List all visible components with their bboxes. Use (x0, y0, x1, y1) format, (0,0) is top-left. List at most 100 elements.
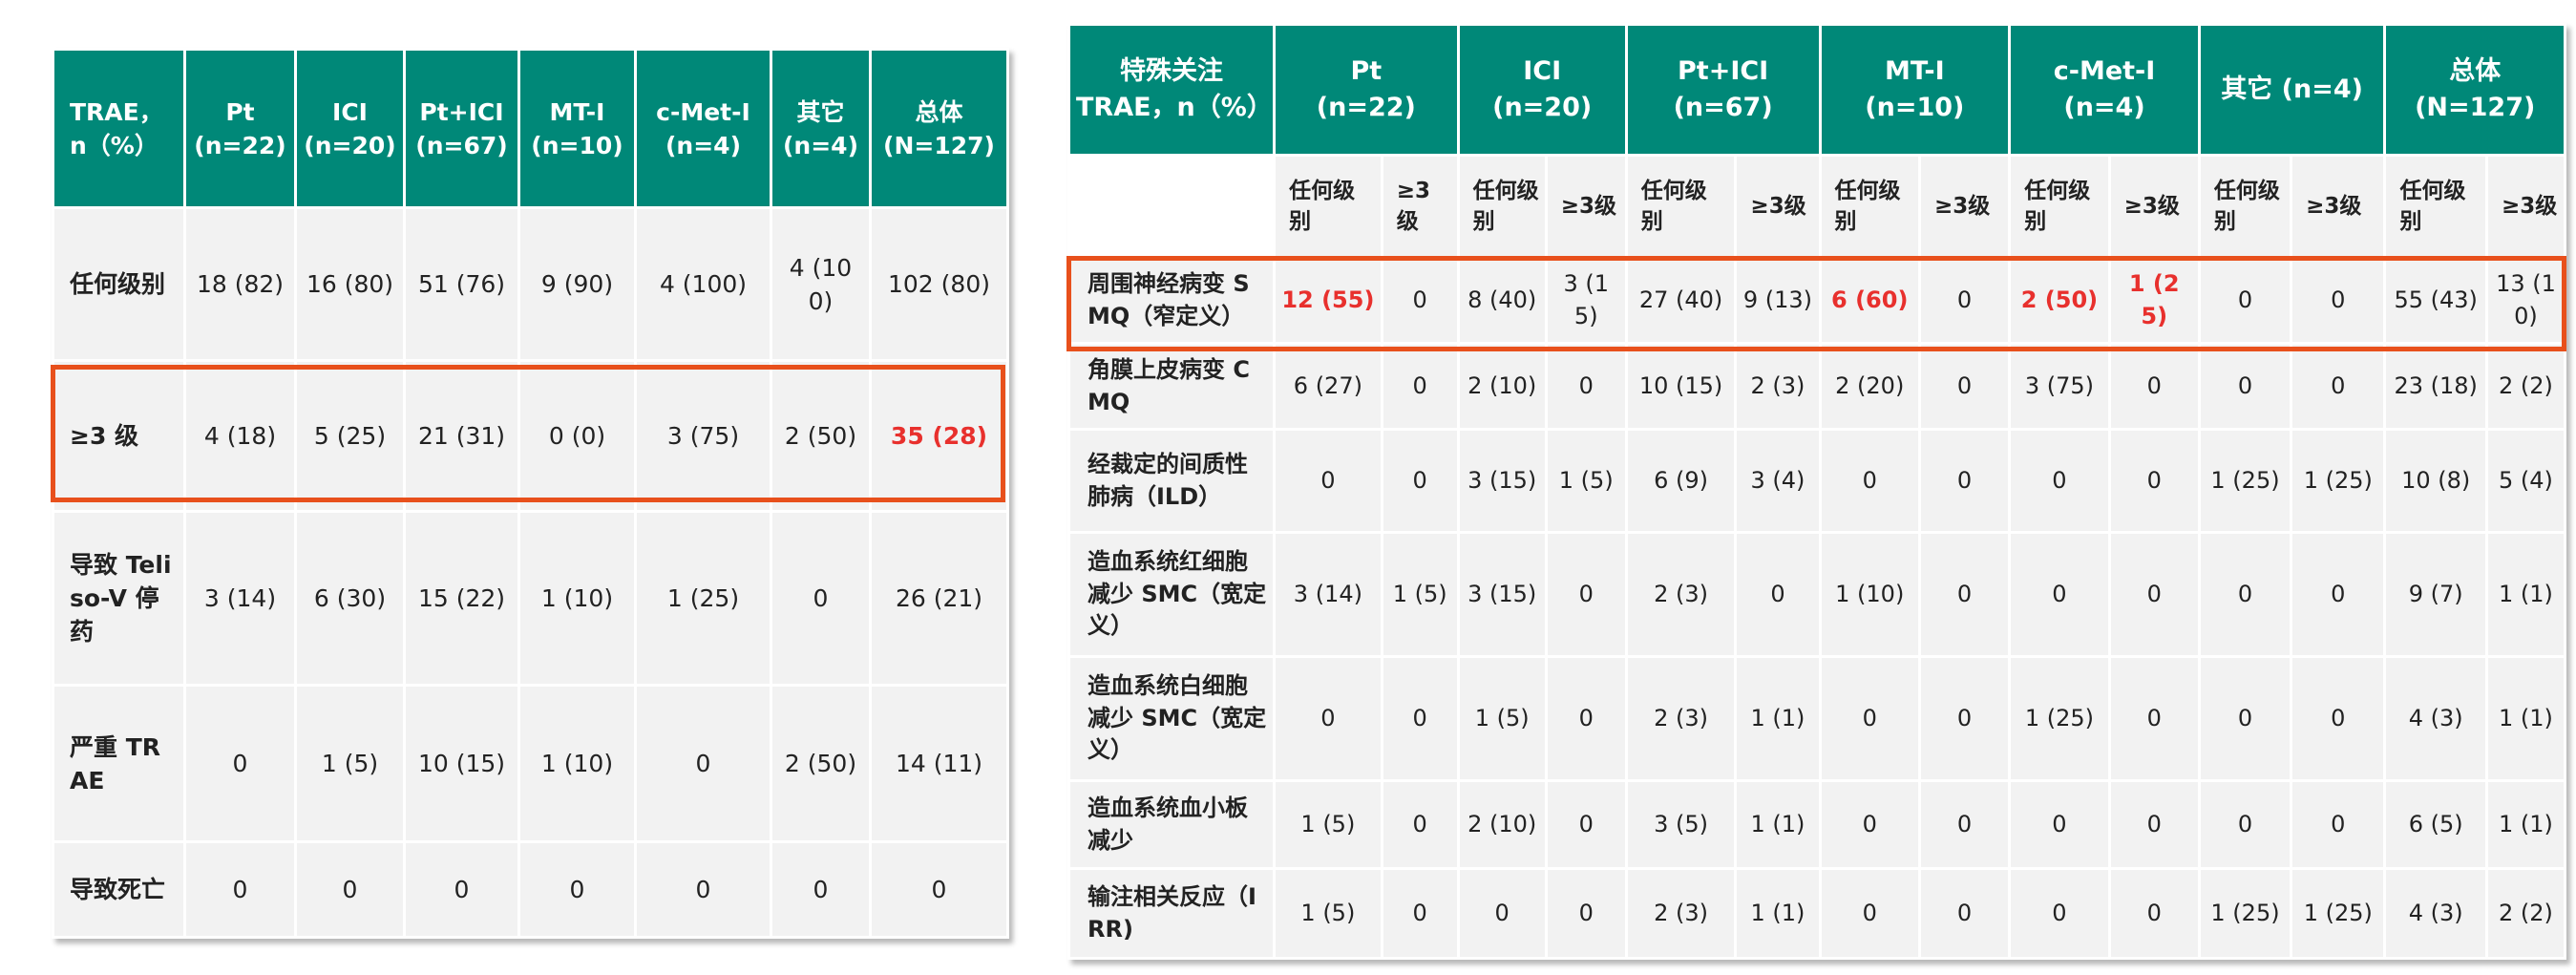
subheader-grade3: ≥3级 (1380, 154, 1460, 259)
subheader-any-grade: 任何级别 (2197, 154, 2293, 259)
table-cell: 9 (13) (1734, 256, 1822, 345)
table-cell: 0 (1380, 428, 1460, 534)
header-cell-c-met-i: c-Met-I (n=4) (634, 48, 772, 209)
highlighted-cell: 2 (50) (2008, 256, 2111, 345)
table-cell: 0 (1917, 342, 2012, 431)
table-cell: 1 (25) (2290, 428, 2387, 534)
row-label: 造血系统红细胞减少 SMC（宽定义） (1066, 531, 1277, 658)
table-cell: 0 (1544, 655, 1628, 782)
table-cell: 0 (2107, 779, 2201, 870)
table-cell: 0 (183, 840, 297, 939)
table-cell: 14 (11) (869, 684, 1009, 843)
table-cell: 0 (1818, 867, 1921, 960)
table-cell: 55 (43) (2383, 256, 2488, 345)
row-label: ≥3 级 (52, 359, 186, 513)
table-cell: 0 (1380, 342, 1460, 431)
table-cell: 2 (10) (1456, 342, 1548, 431)
table-cell: 4 (100) (770, 206, 872, 362)
table-cell: 1 (5) (1273, 779, 1383, 870)
table-row: ≥3 级 4 (18) 5 (25) 21 (31) 0 (0) 3 (75) … (52, 359, 1009, 513)
table-cell: 2 (50) (770, 684, 872, 843)
header-cell-trae: 特殊关注 TRAE，n（%） (1066, 23, 1277, 157)
table-cell: 0 (2107, 342, 2201, 431)
table-cell: 2 (2) (2484, 342, 2567, 431)
table-cell: 18 (82) (183, 206, 297, 362)
table-cell: 51 (76) (403, 206, 520, 362)
header-row: TRAE，n（%） Pt (n=22) ICI (n=20) Pt+ICI (n… (52, 48, 1009, 209)
table-cell: 13 (10) (2484, 256, 2567, 345)
highlighted-cell: 1 (25) (2107, 256, 2201, 345)
table-row: 造血系统红细胞减少 SMC（宽定义） 3 (14) 1 (5) 3 (15) 0… (1066, 531, 2567, 658)
subheader-grade3: ≥3级 (2484, 154, 2567, 259)
table-cell: 0 (2290, 256, 2387, 345)
table-cell: 0 (2107, 867, 2201, 960)
table-cell: 0 (1818, 428, 1921, 534)
table-cell: 0 (2290, 779, 2387, 870)
table-cell: 0 (2008, 779, 2111, 870)
table-row: 经裁定的间质性肺病（ILD） 0 0 3 (15) 1 (5) 6 (9) 3 … (1066, 428, 2567, 534)
table-cell: 1 (5) (1380, 531, 1460, 658)
header-cell-ici: ICI (n=20) (1456, 23, 1628, 157)
table-cell: 0 (634, 684, 772, 843)
table-row: 输注相关反应（IRR) 1 (5) 0 0 0 2 (3) 1 (1) 0 0 … (1066, 867, 2567, 960)
table-cell: 6 (27) (1273, 342, 1383, 431)
subheader-any-grade: 任何级别 (1273, 154, 1383, 259)
row-label: 造血系统血小板减少 (1066, 779, 1277, 870)
header-cell-other: 其它 (n=4) (2197, 23, 2387, 157)
header-cell-total: 总体 (N=127) (869, 48, 1009, 209)
table-cell: 2 (3) (1624, 655, 1738, 782)
table-cell: 3 (15) (1456, 428, 1548, 534)
table-cell: 15 (22) (403, 510, 520, 687)
table-cell: 10 (15) (403, 684, 520, 843)
header-cell-trae: TRAE，n（%） (52, 48, 186, 209)
table-cell: 27 (40) (1624, 256, 1738, 345)
table-cell: 0 (2197, 655, 2293, 782)
header-cell-pt-ici: Pt+ICI (n=67) (1624, 23, 1822, 157)
table-cell: 1 (10) (517, 510, 637, 687)
table-cell: 0 (2197, 256, 2293, 345)
table-row: 导致死亡 0 0 0 0 0 0 0 (52, 840, 1009, 939)
table-cell: 3 (15) (1544, 256, 1628, 345)
table-cell: 4 (3) (2383, 867, 2488, 960)
table-cell: 0 (634, 840, 772, 939)
table-cell: 1 (1) (2484, 655, 2567, 782)
table-cell: 23 (18) (2383, 342, 2488, 431)
header-cell-other: 其它 (n=4) (770, 48, 872, 209)
table-cell: 1 (1) (1734, 655, 1822, 782)
table-cell: 102 (80) (869, 206, 1009, 362)
highlighted-cell: 12 (55) (1273, 256, 1383, 345)
table-cell: 0 (403, 840, 520, 939)
row-label: 造血系统白细胞减少 SMC（宽定义） (1066, 655, 1277, 782)
table-cell: 3 (75) (2008, 342, 2111, 431)
header-cell-c-met-i: c-Met-I (n=4) (2008, 23, 2201, 157)
subheader-grade3: ≥3级 (1917, 154, 2012, 259)
table-cell: 4 (100) (634, 206, 772, 362)
table-cell: 0 (869, 840, 1009, 939)
table-cell: 0 (1917, 655, 2012, 782)
table-cell: 0 (1734, 531, 1822, 658)
table-cell: 0 (2107, 655, 2201, 782)
table-cell: 1 (1) (1734, 867, 1822, 960)
table-cell: 3 (14) (1273, 531, 1383, 658)
subheader-any-grade: 任何级别 (1624, 154, 1738, 259)
table-cell: 5 (25) (294, 359, 406, 513)
table-cell: 0 (770, 840, 872, 939)
table-cell: 8 (40) (1456, 256, 1548, 345)
table-cell: 0 (1917, 256, 2012, 345)
table-cell: 0 (2197, 779, 2293, 870)
table-cell: 0 (1917, 531, 2012, 658)
table-cell: 0 (1544, 342, 1628, 431)
table-cell: 0 (2008, 428, 2111, 534)
table-cell: 0 (294, 840, 406, 939)
header-cell-total: 总体 (N=127) (2383, 23, 2566, 157)
table-cell: 1 (10) (1818, 531, 1921, 658)
table-row: 造血系统白细胞减少 SMC（宽定义） 0 0 1 (5) 0 2 (3) 1 (… (1066, 655, 2567, 782)
subheader-grade3: ≥3级 (2290, 154, 2387, 259)
table-cell: 21 (31) (403, 359, 520, 513)
table-cell: 0 (2008, 867, 2111, 960)
table-cell: 5 (4) (2484, 428, 2567, 534)
table-cell: 9 (90) (517, 206, 637, 362)
table-cell: 26 (21) (869, 510, 1009, 687)
table-cell: 0 (2107, 531, 2201, 658)
table-cell: 0 (2197, 531, 2293, 658)
